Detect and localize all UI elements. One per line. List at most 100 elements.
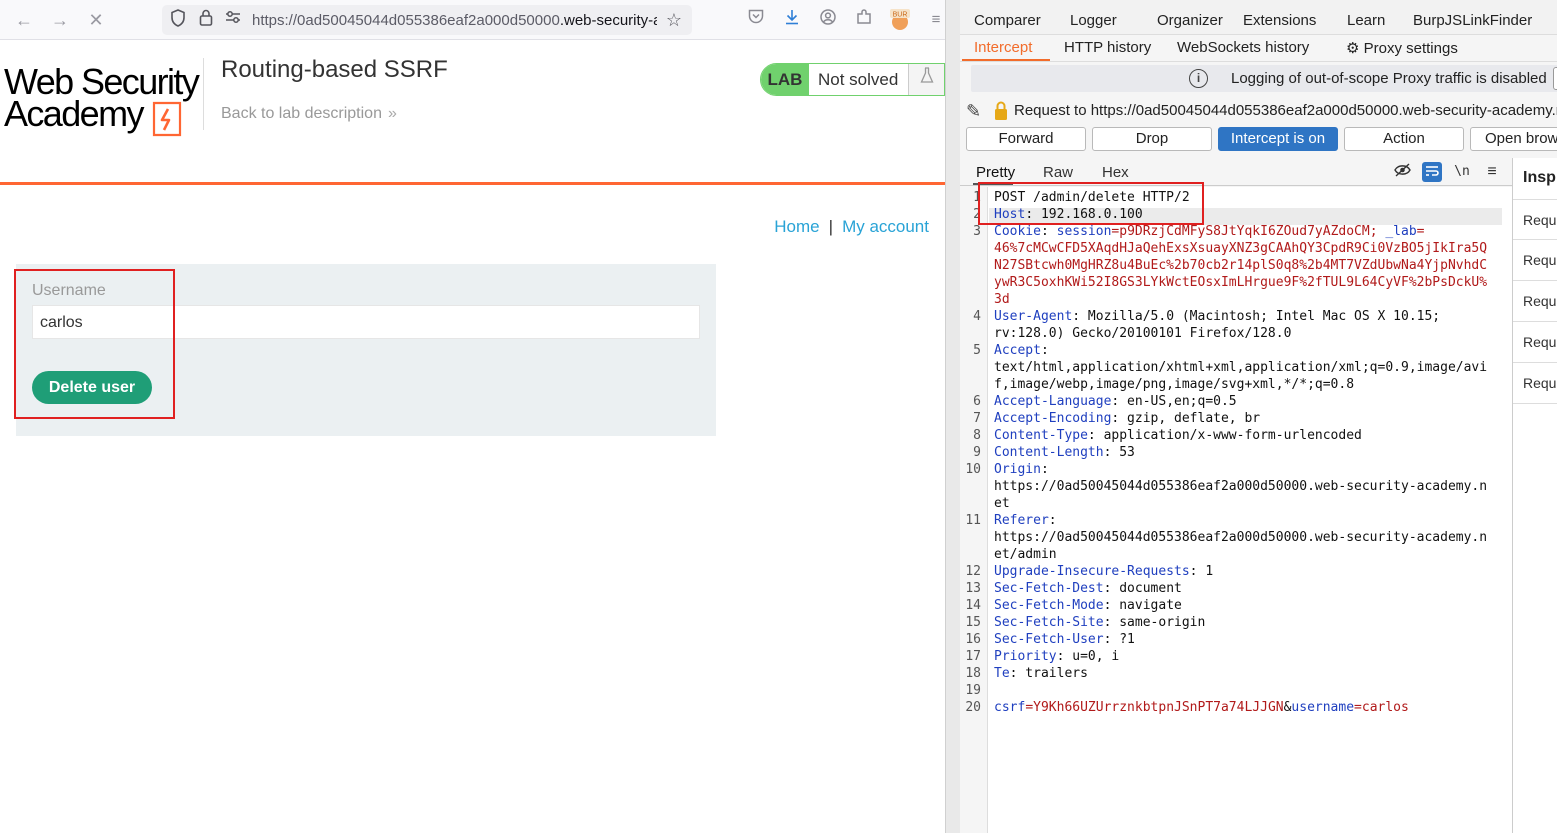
home-link[interactable]: Home <box>774 217 819 236</box>
annotation-highlight-box <box>978 182 1204 225</box>
site-permissions-icon[interactable] <box>222 9 244 31</box>
annotation-highlight-box <box>14 269 175 419</box>
tab-logger[interactable]: Logger <box>1070 12 1117 29</box>
upgrade-insecure-requests-header: Upgrade-Insecure-Requests: 1 <box>994 564 1214 579</box>
back-to-lab-description-link[interactable]: Back to lab description» <box>221 105 397 123</box>
burp-left-gutter <box>946 0 960 833</box>
tab-websockets-history[interactable]: WebSockets history <box>1177 39 1309 56</box>
inspector-request-section[interactable]: Requ <box>1513 281 1557 322</box>
info-bar-button[interactable] <box>1553 67 1557 90</box>
tab-extensions[interactable]: Extensions <box>1243 12 1316 29</box>
double-chevron-right-icon: » <box>387 105 397 122</box>
accept-encoding-header: Accept-Encoding: gzip, deflate, br <box>994 411 1261 426</box>
tab-intercept[interactable]: Intercept <box>974 39 1032 56</box>
sec-fetch-dest-header: Sec-Fetch-Dest: document <box>994 581 1182 596</box>
line-number: 12 <box>965 564 981 579</box>
tab-raw[interactable]: Raw <box>1043 164 1073 181</box>
line-number: 10 <box>965 462 981 477</box>
content-type-header: Content-Type: application/x-www-form-url… <box>994 428 1362 443</box>
line-number: 13 <box>965 581 981 596</box>
line-number: 11 <box>965 513 981 528</box>
line-number: 6 <box>973 394 981 409</box>
action-button[interactable]: Action <box>1344 127 1464 151</box>
tab-burpjslinkfinder[interactable]: BurpJSLinkFinder <box>1413 12 1532 29</box>
url-text[interactable]: https://0ad50045044d055386eaf2a000d50000… <box>252 12 657 29</box>
accept-language-header: Accept-Language: en-US,en;q=0.5 <box>994 394 1237 409</box>
wrap-lines-icon[interactable] <box>1422 162 1442 182</box>
info-icon: i <box>1189 69 1208 88</box>
burp-extension-icon[interactable]: BUR <box>889 9 911 31</box>
forward-button[interactable]: Forward <box>966 127 1086 151</box>
inspector-request-section[interactable]: Requ <box>1513 240 1557 281</box>
address-bar[interactable]: https://0ad50045044d055386eaf2a000d50000… <box>162 5 692 35</box>
downloads-icon[interactable] <box>781 9 803 31</box>
back-arrow-icon[interactable]: ← <box>12 8 36 32</box>
browser-toolbar: ← → ✕ https://0ad50045044d055386eaf2a000… <box>0 0 945 40</box>
intercepted-request-line: ✎ Request to https://0ad50045044d055386e… <box>966 100 1557 122</box>
user-agent-cont: rv:128.0) Gecko/20100101 Firefox/128.0 <box>994 326 1292 341</box>
sec-fetch-site-header: Sec-Fetch-Site: same-origin <box>994 615 1206 630</box>
tab-pretty[interactable]: Pretty <box>976 164 1015 181</box>
pocket-icon[interactable] <box>745 9 767 31</box>
top-nav: Home | My account <box>774 217 929 236</box>
inspector-request-section[interactable]: Requ <box>1513 363 1557 404</box>
lab-badge: LAB <box>761 64 809 95</box>
line-number: 4 <box>973 309 981 324</box>
burp-suite-window: Comparer Logger Organizer Extensions Lea… <box>945 0 1557 833</box>
line-number: 15 <box>965 615 981 630</box>
line-number: 17 <box>965 649 981 664</box>
inspector-request-section[interactable]: Requ <box>1513 322 1557 363</box>
te-header: Te: trailers <box>994 666 1088 681</box>
extensions-puzzle-icon[interactable] <box>853 9 875 31</box>
content-length-header: Content-Length: 53 <box>994 445 1135 460</box>
show-newlines-toggle[interactable]: \n <box>1452 162 1472 182</box>
request-editor[interactable]: 1 2 3 4 5 6 7 8 9 10 11 12 13 14 15 16 1… <box>960 187 1512 833</box>
shield-icon[interactable] <box>167 9 189 31</box>
stop-loading-icon[interactable]: ✕ <box>84 8 108 32</box>
request-target: Request to https://0ad50045044d055386eaf… <box>1014 102 1557 119</box>
menu-hamburger-icon[interactable]: ≡ <box>925 9 945 31</box>
lock-icon <box>995 101 1007 120</box>
line-number: 3 <box>973 224 981 239</box>
cookie-value-cont: ywR3C5oxhKWi52I8GS3LYkWctEOsxImLHrgue9F%… <box>994 275 1488 290</box>
burp-main-tabs: Comparer Logger Organizer Extensions Lea… <box>960 0 1557 35</box>
hide-eye-icon[interactable] <box>1392 162 1412 182</box>
cookie-value-cont: 46%7cMCwCFD5XAqdHJaQehExsXsuayXNZ3gCAAhQ… <box>994 241 1488 256</box>
line-number-gutter <box>960 187 988 833</box>
browser-window: ← → ✕ https://0ad50045044d055386eaf2a000… <box>0 0 945 833</box>
account-icon[interactable] <box>817 9 839 31</box>
priority-header: Priority: u=0, i <box>994 649 1120 664</box>
web-security-academy-logo[interactable]: Web Security Academy <box>4 61 204 137</box>
proxy-settings-button[interactable]: ⚙ Proxy settings <box>1346 39 1458 57</box>
tab-http-history[interactable]: HTTP history <box>1064 39 1151 56</box>
tab-hex[interactable]: Hex <box>1102 164 1129 181</box>
tab-organizer[interactable]: Organizer <box>1157 12 1223 29</box>
forward-arrow-icon[interactable]: → <box>48 8 72 32</box>
header-divider <box>203 58 204 130</box>
open-browser-button[interactable]: Open brows <box>1470 127 1557 151</box>
lock-icon[interactable] <box>195 9 217 31</box>
flask-icon[interactable] <box>908 64 944 95</box>
inspector-panel: Insp Requ Requ Requ Requ Requ <box>1512 158 1557 833</box>
sec-fetch-user-header: Sec-Fetch-User: ?1 <box>994 632 1135 647</box>
referer-value-cont: et/admin <box>994 547 1057 562</box>
my-account-link[interactable]: My account <box>842 217 929 236</box>
lab-header: Web Security Academy Routing-based SSRF … <box>0 41 945 185</box>
line-number: 8 <box>973 428 981 443</box>
tab-learn[interactable]: Learn <box>1347 12 1385 29</box>
intercept-toggle-button[interactable]: Intercept is on <box>1218 127 1338 151</box>
referer-value: https://0ad50045044d055386eaf2a000d50000… <box>994 530 1488 545</box>
line-number: 20 <box>965 700 981 715</box>
origin-value-cont: et <box>994 496 1010 511</box>
request-body: csrf=Y9Kh66UZUrrznkbtpnJSnPT7a74LJJGN&us… <box>994 700 1409 715</box>
drop-button[interactable]: Drop <box>1092 127 1212 151</box>
tab-comparer[interactable]: Comparer <box>974 12 1041 29</box>
inspector-request-section[interactable]: Requ <box>1513 199 1557 240</box>
editor-menu-icon[interactable]: ≡ <box>1482 162 1502 182</box>
line-number: 16 <box>965 632 981 647</box>
bookmark-star-icon[interactable]: ☆ <box>663 9 685 31</box>
pencil-icon[interactable]: ✎ <box>966 100 988 122</box>
origin-value: https://0ad50045044d055386eaf2a000d50000… <box>994 479 1488 494</box>
line-number: 7 <box>973 411 981 426</box>
line-number: 18 <box>965 666 981 681</box>
